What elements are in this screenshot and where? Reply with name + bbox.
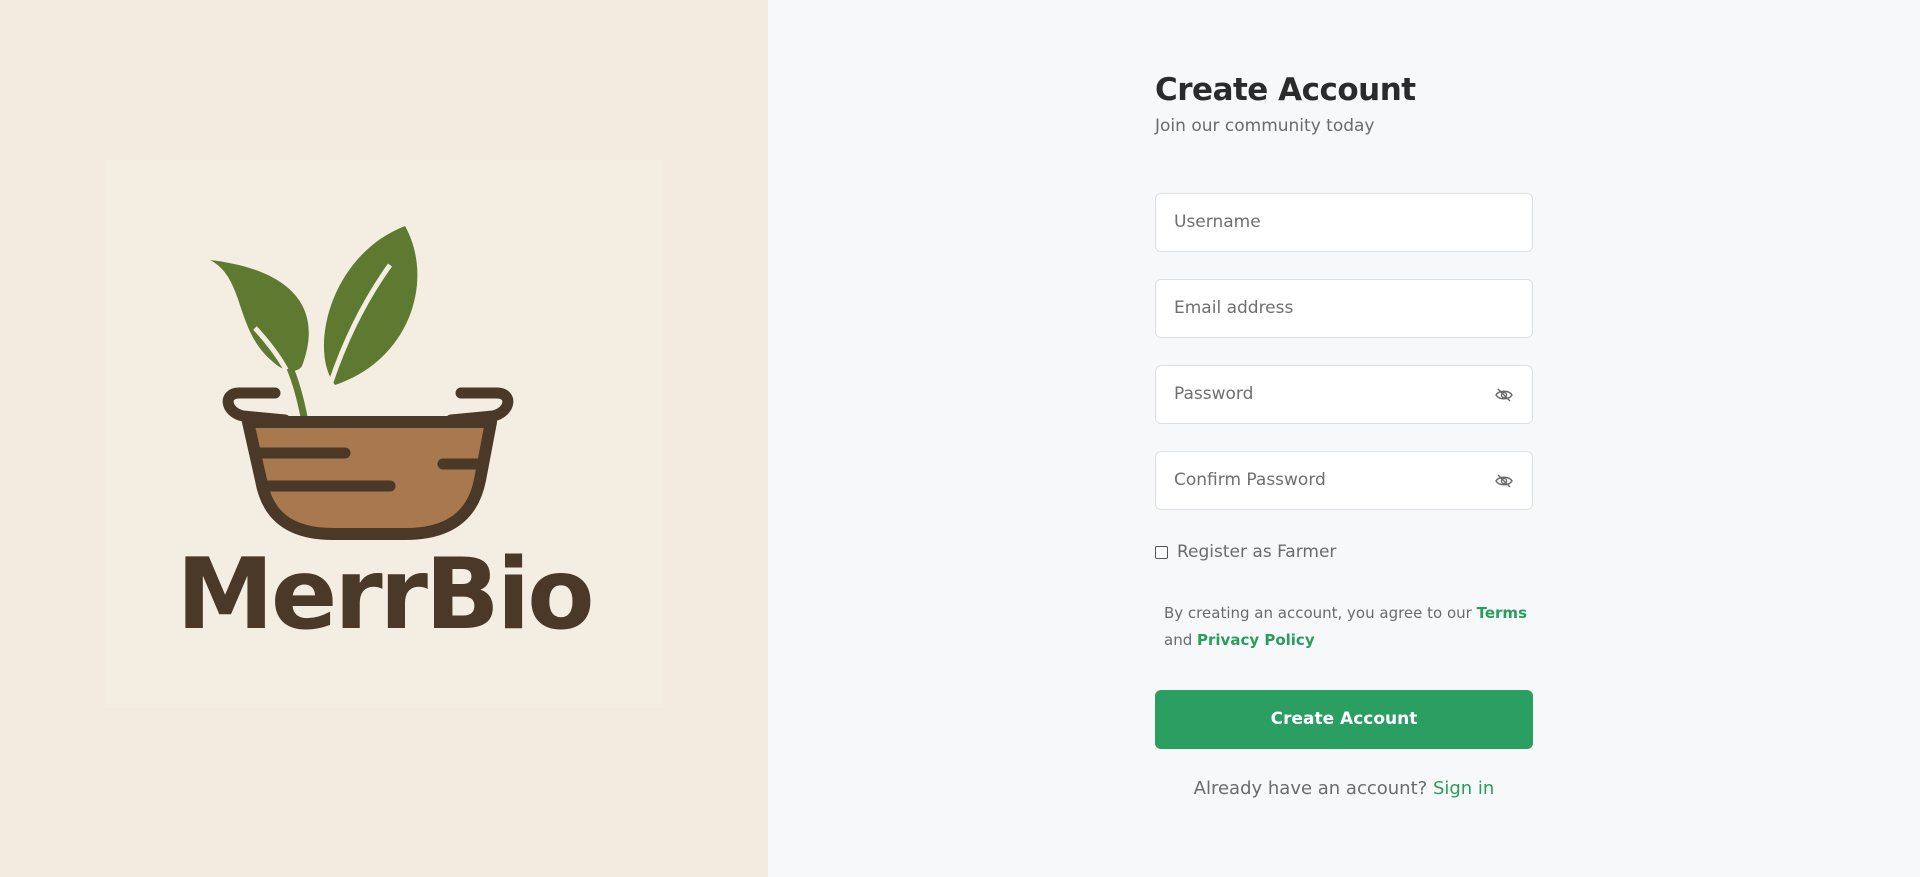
terms-and: and [1164, 631, 1193, 649]
password-input[interactable]: Password [1155, 365, 1533, 424]
password-placeholder: Password [1174, 384, 1254, 404]
farmer-checkbox[interactable] [1155, 545, 1168, 559]
brand-panel: MerrBio [0, 0, 768, 877]
farmer-checkbox-label: Register as Farmer [1177, 542, 1337, 562]
email-placeholder: Email address [1174, 298, 1294, 318]
page-subtitle: Join our community today [1155, 116, 1375, 136]
merrbio-logo: MerrBio [105, 160, 663, 708]
terms-prefix: By creating an account, you agree to our [1164, 604, 1472, 622]
eye-off-icon[interactable] [1494, 385, 1514, 405]
username-input[interactable]: Username [1155, 193, 1533, 252]
email-input[interactable]: Email address [1155, 279, 1533, 338]
page-title: Create Account [1155, 72, 1416, 108]
signin-link[interactable]: Sign in [1433, 778, 1494, 799]
username-placeholder: Username [1174, 212, 1261, 232]
brand-wordmark: MerrBio [176, 538, 594, 652]
eye-off-icon[interactable] [1494, 471, 1514, 491]
signin-prompt-text: Already have an account? [1193, 778, 1428, 799]
terms-link[interactable]: Terms [1477, 604, 1527, 622]
farmer-checkbox-row[interactable]: Register as Farmer [1155, 540, 1336, 564]
confirm-password-placeholder: Confirm Password [1174, 470, 1326, 490]
signup-form: Create Account Join our community today … [1155, 68, 1533, 799]
create-account-button[interactable]: Create Account [1155, 690, 1533, 749]
terms-notice: By creating an account, you agree to our… [1164, 600, 1534, 654]
confirm-password-input[interactable]: Confirm Password [1155, 451, 1533, 510]
signin-prompt: Already have an account? Sign in [1155, 776, 1533, 802]
privacy-policy-link[interactable]: Privacy Policy [1197, 631, 1315, 649]
